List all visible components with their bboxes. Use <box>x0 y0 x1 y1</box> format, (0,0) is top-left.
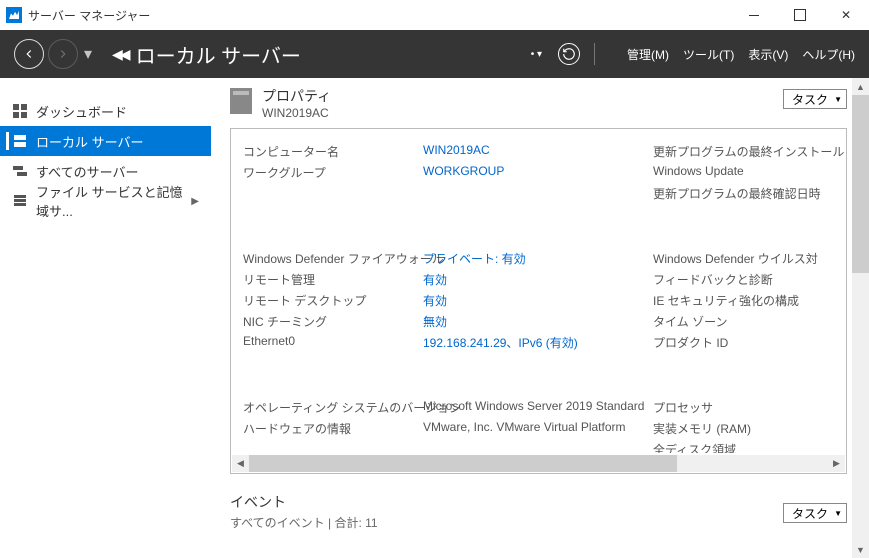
nav-history-dropdown[interactable]: ▾ <box>84 44 92 64</box>
scroll-thumb[interactable] <box>249 455 677 472</box>
app-icon <box>6 7 22 23</box>
label-timezone: タイム ゾーン <box>653 313 833 330</box>
titlebar: サーバー マネージャー <box>0 0 869 30</box>
sidebar-item-label: ダッシュボード <box>36 102 127 121</box>
value-hardware: VMware, Inc. VMware Virtual Platform <box>423 420 653 437</box>
window-title: サーバー マネージャー <box>28 7 150 24</box>
value-computer-name[interactable]: WIN2019AC <box>423 143 653 160</box>
label-last-update-install: 更新プログラムの最終インストール <box>653 143 833 160</box>
label-firewall: Windows Defender ファイアウォール <box>243 250 423 267</box>
events-title: イベント <box>230 492 378 512</box>
label-nic-teaming: NIC チーミング <box>243 313 423 330</box>
nav-back-button[interactable] <box>14 39 44 69</box>
scroll-up-icon[interactable]: ▲ <box>852 78 869 95</box>
separator <box>594 43 595 65</box>
value-remote-mgmt[interactable]: 有効 <box>423 271 653 288</box>
menu-view[interactable]: 表示(V) <box>748 46 788 63</box>
menu-manage[interactable]: 管理(M) <box>627 46 669 63</box>
refresh-button[interactable] <box>558 43 580 65</box>
scroll-down-icon[interactable]: ▼ <box>852 541 869 558</box>
properties-task-dropdown[interactable]: タスク <box>783 89 847 109</box>
properties-h-scrollbar[interactable]: ◀ ▶ <box>232 455 845 472</box>
properties-panel: コンピューター名 WIN2019AC 更新プログラムの最終インストール ワークグ… <box>230 128 847 474</box>
breadcrumb[interactable]: ◀◀ ローカル サーバー <box>112 40 301 69</box>
value-ethernet[interactable]: 192.168.241.29、IPv6 (有効) <box>423 334 653 351</box>
server-icon <box>12 133 28 149</box>
label-ie-security: IE セキュリティ強化の構成 <box>653 292 833 309</box>
chevron-right-icon: ▶ <box>191 196 199 207</box>
label-memory: 実装メモリ (RAM) <box>653 420 833 437</box>
sidebar-item-file-storage[interactable]: ファイル サービスと記憶域サ... ▶ <box>0 186 211 216</box>
properties-header: プロパティ WIN2019AC タスク <box>230 86 847 120</box>
sidebar-item-dashboard[interactable]: ダッシュボード <box>0 96 211 126</box>
dashboard-icon <box>12 103 28 119</box>
close-button[interactable] <box>823 0 869 30</box>
sidebar-item-label: ファイル サービスと記憶域サ... <box>36 182 183 220</box>
label-computer-name: コンピューター名 <box>243 143 423 160</box>
label-processor: プロセッサ <box>653 399 833 416</box>
storage-icon <box>12 193 28 209</box>
label-os-version: オペレーティング システムのバージョン <box>243 399 423 416</box>
servers-icon <box>12 163 28 179</box>
label-last-update-check: 更新プログラムの最終確認日時 <box>653 185 833 202</box>
server-tile-icon <box>230 88 252 114</box>
value-remote-desktop[interactable]: 有効 <box>423 292 653 309</box>
label-remote-mgmt: リモート管理 <box>243 271 423 288</box>
label-hardware: ハードウェアの情報 <box>243 420 423 437</box>
menu-help[interactable]: ヘルプ(H) <box>802 46 855 63</box>
events-task-dropdown[interactable]: タスク <box>783 503 847 523</box>
label-windows-update: Windows Update <box>653 164 833 181</box>
events-section: イベント すべてのイベント | 合計: 11 タスク <box>230 492 847 531</box>
breadcrumb-chevron-icon: ◀◀ <box>112 46 128 63</box>
breadcrumb-label: ローカル サーバー <box>136 40 301 69</box>
properties-title: プロパティ <box>262 86 331 106</box>
label-remote-desktop: リモート デスクトップ <box>243 292 423 309</box>
properties-subtitle: WIN2019AC <box>262 106 331 120</box>
sidebar-item-local-server[interactable]: ローカル サーバー <box>0 126 211 156</box>
minimize-button[interactable] <box>731 0 777 30</box>
label-product-id: プロダクト ID <box>653 334 833 351</box>
label-workgroup: ワークグループ <box>243 164 423 181</box>
scroll-left-icon[interactable]: ◀ <box>232 455 249 472</box>
ribbon-menu: 管理(M) ツール(T) 表示(V) ヘルプ(H) <box>627 46 855 63</box>
events-subtitle: すべてのイベント | 合計: 11 <box>230 514 378 531</box>
value-os-version: Microsoft Windows Server 2019 Standard <box>423 399 653 416</box>
header-ribbon: ▾ ◀◀ ローカル サーバー • ▾ 管理(M) ツール(T) 表示(V) ヘル… <box>0 30 869 78</box>
maximize-button[interactable] <box>777 0 823 30</box>
sidebar-item-label: ローカル サーバー <box>36 132 143 151</box>
label-disk: 全ディスク領域 <box>653 441 833 453</box>
label-defender-av: Windows Defender ウイルス対 <box>653 250 833 267</box>
main-v-scrollbar[interactable]: ▲ ▼ <box>852 78 869 558</box>
value-firewall[interactable]: プライベート: 有効 <box>423 250 653 267</box>
value-nic-teaming[interactable]: 無効 <box>423 313 653 330</box>
breadcrumb-dropdown[interactable]: • ▾ <box>525 49 542 60</box>
label-feedback: フィードバックと診断 <box>653 271 833 288</box>
scroll-thumb[interactable] <box>852 95 869 273</box>
value-workgroup[interactable]: WORKGROUP <box>423 164 653 181</box>
sidebar-item-label: すべてのサーバー <box>36 162 138 181</box>
main-content: プロパティ WIN2019AC タスク コンピューター名 WIN2019AC 更… <box>212 78 869 558</box>
menu-tools[interactable]: ツール(T) <box>683 46 734 63</box>
scroll-right-icon[interactable]: ▶ <box>828 455 845 472</box>
sidebar: ダッシュボード ローカル サーバー すべてのサーバー ファイル サービスと記憶域… <box>0 78 212 558</box>
label-ethernet: Ethernet0 <box>243 334 423 351</box>
nav-forward-button[interactable] <box>48 39 78 69</box>
